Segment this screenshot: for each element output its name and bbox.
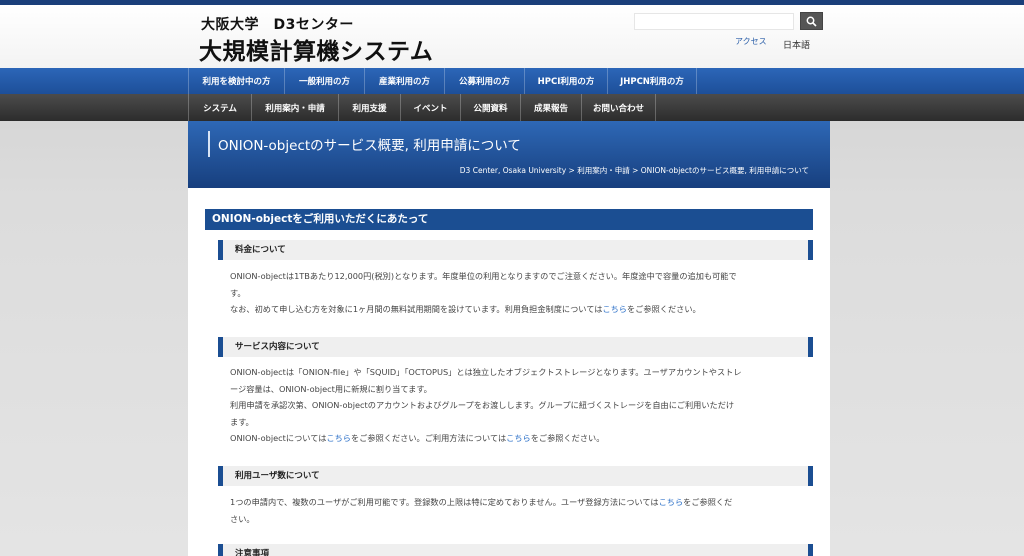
object-info-link[interactable]: こちら: [326, 433, 351, 443]
primary-nav: 利用を検討中の方 一般利用の方 産業利用の方 公募利用の方 HPCI利用の方 J…: [0, 68, 1024, 94]
fee-heading: 料金について: [218, 240, 813, 260]
org-name[interactable]: 大阪大学 D3センター: [201, 14, 354, 34]
search-input[interactable]: [634, 13, 794, 30]
users-text: 1つの申請内で、複数のユーザがご利用可能です。登録数の上限は特に定めておりません…: [230, 497, 733, 524]
access-link[interactable]: アクセス: [735, 36, 767, 47]
nav-hpci[interactable]: HPCI利用の方: [524, 68, 607, 94]
breadcrumb[interactable]: D3 Center, Osaka University > 利用案内・申請 > …: [460, 165, 809, 176]
service-text: ONION-objectは「ONION-file」や「SQUID」「OCTOPU…: [230, 367, 742, 443]
nav-considering[interactable]: 利用を検討中の方: [188, 68, 284, 94]
nav-system[interactable]: システム: [188, 94, 251, 121]
users-heading: 利用ユーザ数について: [218, 466, 813, 486]
main-content: ONION-objectをご利用いただくにあたって 料金について ONION-o…: [188, 188, 830, 556]
language-link[interactable]: 日本語: [783, 38, 810, 51]
site-title[interactable]: 大規模計算機システム: [199, 32, 433, 66]
nav-support[interactable]: 利用支援: [338, 94, 400, 121]
nav-general[interactable]: 一般利用の方: [284, 68, 364, 94]
nav-industry[interactable]: 産業利用の方: [364, 68, 444, 94]
search-icon: [806, 16, 817, 27]
fee-link[interactable]: こちら: [602, 304, 627, 314]
section-heading: ONION-objectをご利用いただくにあたって: [205, 209, 813, 230]
nav-jhpcn[interactable]: JHPCN利用の方: [607, 68, 697, 94]
search-button[interactable]: [800, 12, 823, 30]
service-heading: サービス内容について: [218, 337, 813, 357]
fee-text: ONION-objectは1TBあたり12,000円(税別)となります。年度単位…: [230, 271, 737, 314]
nav-documents[interactable]: 公開資料: [460, 94, 520, 121]
nav-public-call[interactable]: 公募利用の方: [444, 68, 524, 94]
nav-contact[interactable]: お問い合わせ: [581, 94, 656, 121]
user-registration-link[interactable]: こちら: [659, 497, 684, 507]
notes-heading: 注意事項: [218, 544, 813, 556]
page-title: ONION-objectのサービス概要, 利用申請について: [218, 138, 521, 154]
nav-events[interactable]: イベント: [400, 94, 460, 121]
page-banner: ONION-objectのサービス概要, 利用申請について D3 Center,…: [188, 121, 830, 188]
usage-link[interactable]: こちら: [506, 433, 531, 443]
nav-results[interactable]: 成果報告: [520, 94, 581, 121]
nav-guide-application[interactable]: 利用案内・申請: [251, 94, 338, 121]
site-header: 大阪大学 D3センター 大規模計算機システム アクセス 日本語: [0, 5, 1024, 68]
banner-accent: [208, 131, 210, 157]
secondary-nav: システム 利用案内・申請 利用支援 イベント 公開資料 成果報告 お問い合わせ: [0, 94, 1024, 121]
